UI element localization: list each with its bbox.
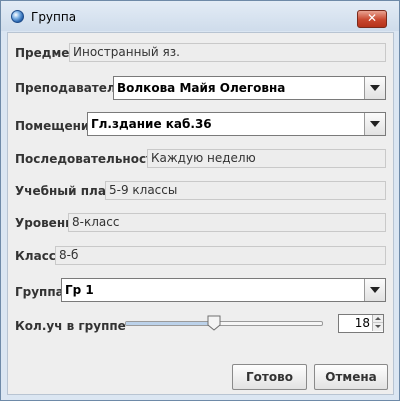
sequence-label: Последовательность [15, 152, 161, 166]
window-title: Группа [31, 10, 77, 24]
done-button[interactable]: Готово [232, 364, 307, 390]
teacher-label: Преподаватель [15, 81, 124, 95]
chevron-down-icon [370, 85, 380, 91]
count-slider-fill [126, 322, 215, 325]
room-select[interactable]: Гл.здание каб.36 [87, 112, 386, 136]
chevron-down-icon [370, 287, 380, 293]
level-label: Уровень [15, 216, 73, 230]
group-dialog: Группа ✕ Предмет Иностранный яз. Препода… [0, 0, 400, 401]
group-select[interactable]: Гр 1 [61, 278, 386, 302]
group-select-value: Гр 1 [65, 283, 94, 297]
count-slider-track[interactable] [125, 321, 323, 326]
subject-label: Предмет [15, 46, 77, 60]
room-dropdown-button[interactable] [364, 113, 385, 135]
teacher-select-value: Волкова Майя Олеговна [117, 81, 286, 95]
spinner-down-arrow-icon[interactable] [372, 323, 383, 331]
count-slider-thumb[interactable] [207, 315, 221, 331]
close-button[interactable]: ✕ [357, 10, 387, 28]
count-label: Кол.уч в группе [15, 319, 126, 333]
curriculum-label: Учебный план [15, 184, 115, 198]
room-select-value: Гл.здание каб.36 [91, 117, 212, 131]
app-globe-icon [11, 10, 24, 23]
sequence-field: Каждую неделю [147, 149, 386, 168]
chevron-down-icon [370, 121, 380, 127]
spinner-up-arrow-icon[interactable] [372, 315, 383, 323]
class-field: 8-б [55, 246, 386, 265]
group-dropdown-button[interactable] [364, 279, 385, 301]
class-label: Класс [15, 249, 56, 263]
subject-field: Иностранный яз. [69, 43, 386, 62]
count-spinner[interactable]: 18 [338, 314, 384, 333]
cancel-button[interactable]: Отмена [314, 364, 388, 390]
group-label: Группа [15, 285, 64, 299]
title-bar: Группа ✕ [1, 1, 399, 31]
count-spinner-value[interactable]: 18 [355, 316, 370, 330]
level-field: 8-класс [68, 213, 386, 232]
teacher-dropdown-button[interactable] [364, 77, 385, 99]
teacher-select[interactable]: Волкова Майя Олеговна [113, 76, 386, 100]
curriculum-field: 5-9 классы [105, 181, 386, 200]
room-label: Помещение [15, 119, 98, 133]
